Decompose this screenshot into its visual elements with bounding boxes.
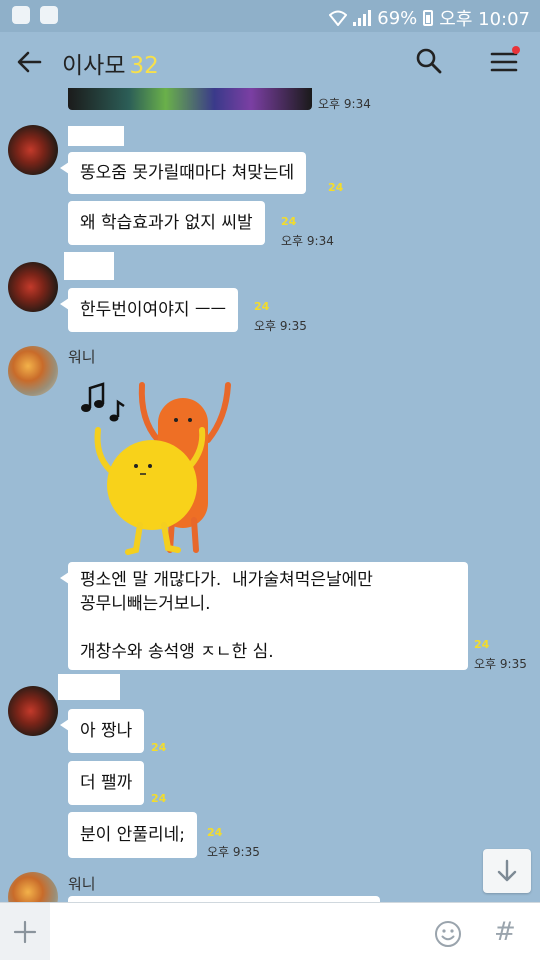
scroll-to-bottom-button[interactable] xyxy=(483,849,531,893)
image-message-partial[interactable] xyxy=(68,88,312,110)
search-icon[interactable] xyxy=(414,46,444,76)
message-time: 오후 9:35 xyxy=(254,319,307,333)
battery-icon xyxy=(423,10,434,26)
attach-button[interactable] xyxy=(0,903,50,960)
wifi-icon xyxy=(329,10,348,26)
app-notification-icon xyxy=(12,6,30,24)
message-bubble[interactable]: 아 짱나 xyxy=(59,709,145,753)
signal-icon xyxy=(353,10,372,26)
plus-icon xyxy=(13,920,37,944)
arrow-down-icon xyxy=(497,859,517,882)
avatar[interactable] xyxy=(8,262,58,312)
message-bubble[interactable]: 분이 안풀리네; xyxy=(68,812,197,858)
chat-room-name: 이사모 xyxy=(62,53,126,79)
chat-title: 이사모 32 xyxy=(62,46,159,80)
unread-count: 24 xyxy=(207,826,223,839)
message-time: 오후 9:34 xyxy=(281,234,334,248)
sender-name: 워니 xyxy=(68,348,96,366)
message-bubble[interactable]: 더 팰까 xyxy=(68,761,145,805)
menu-button[interactable] xyxy=(488,46,522,76)
music-note-icon xyxy=(81,382,125,422)
clock: 오후 10:07 xyxy=(439,9,530,30)
masked-sender-name xyxy=(58,674,120,700)
image-notification-icon xyxy=(40,6,58,24)
unread-count: 24 xyxy=(254,300,270,313)
message-time: 오후 9:34 xyxy=(318,97,371,111)
message-bubble[interactable]: 평소엔 말 개많다가. 내가술쳐먹은날에만 꽁무니빼는거보니. 개창수와 송석앵… xyxy=(60,562,468,670)
avatar[interactable] xyxy=(8,686,58,736)
masked-sender-name xyxy=(64,252,114,280)
chat-header: 이사모 32 xyxy=(0,32,540,90)
hashtag-search-icon[interactable]: # xyxy=(494,917,516,947)
notification-icons xyxy=(12,6,58,24)
unread-count: 24 xyxy=(474,638,490,651)
member-count: 32 xyxy=(129,53,159,79)
new-badge-dot xyxy=(512,46,520,54)
unread-count: 24 xyxy=(151,741,167,754)
sender-name: 워니 xyxy=(68,875,96,893)
battery-percent: 69% xyxy=(377,7,418,29)
unread-count: 24 xyxy=(151,792,167,805)
message-input-bar: # xyxy=(0,902,540,960)
back-arrow-icon[interactable] xyxy=(14,46,46,78)
dancing-characters-sticker[interactable] xyxy=(70,370,260,565)
masked-sender-name xyxy=(68,126,124,146)
avatar[interactable] xyxy=(8,346,58,396)
unread-count: 24 xyxy=(328,181,344,194)
message-input[interactable] xyxy=(60,911,410,953)
avatar[interactable] xyxy=(8,125,58,175)
message-bubble[interactable]: 왜 학습효과가 없지 씨발 xyxy=(68,201,265,245)
message-time: 오후 9:35 xyxy=(474,657,527,671)
unread-count: 24 xyxy=(281,215,297,228)
message-bubble[interactable]: 한두번이여야지 ㅡㅡ xyxy=(59,288,239,332)
status-bar: 69% 오후 10:07 xyxy=(0,0,540,32)
emoticon-icon[interactable] xyxy=(434,920,462,948)
message-time: 오후 9:35 xyxy=(207,845,260,859)
message-bubble[interactable]: 똥오줌 못가릴때마다 쳐맞는데 xyxy=(59,152,307,194)
